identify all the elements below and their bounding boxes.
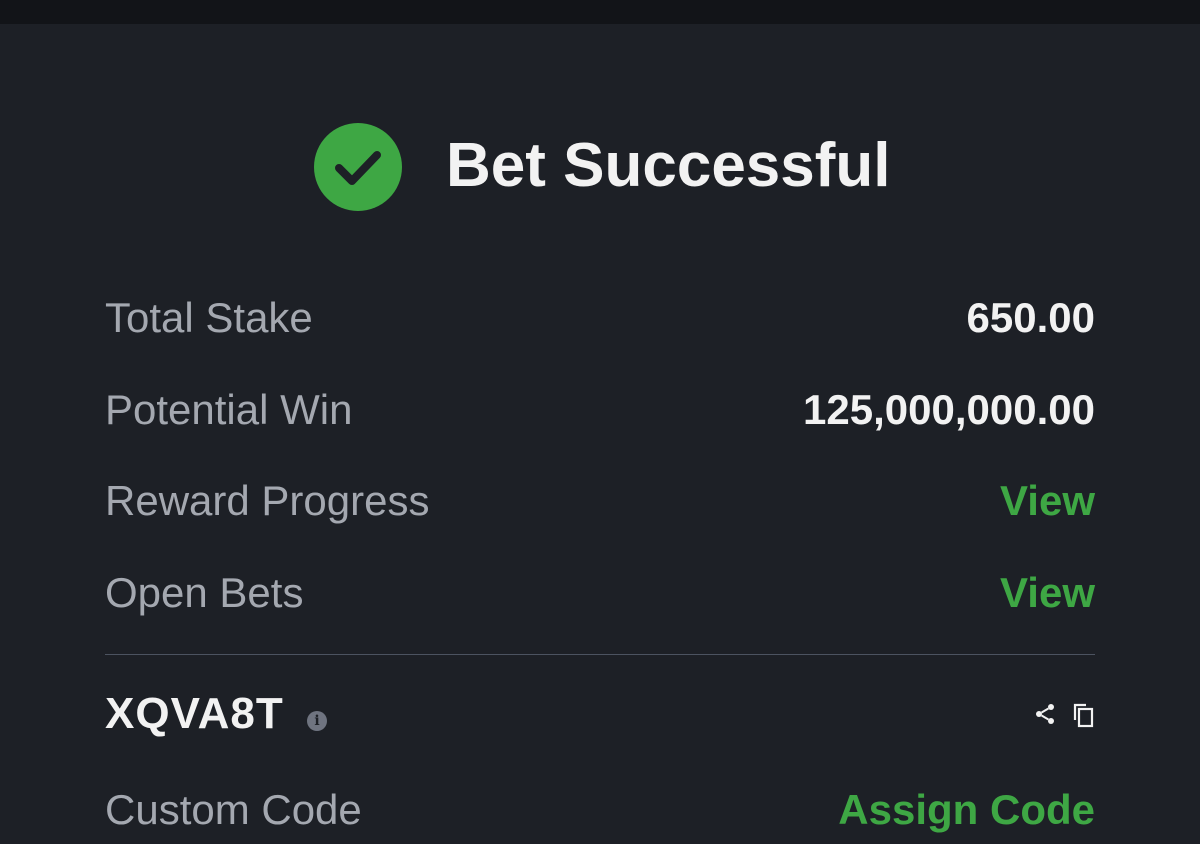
reward-progress-label: Reward Progress [105, 477, 430, 524]
reward-progress-view-link[interactable]: View [1000, 473, 1095, 529]
booking-code: XQVA8T [105, 689, 284, 738]
open-bets-label: Open Bets [105, 569, 304, 616]
success-header: Bet Successful [0, 118, 1200, 214]
potential-win-label: Potential Win [105, 386, 353, 433]
total-stake-row: Total Stake 650.00 [105, 290, 1095, 346]
total-stake-label: Total Stake [105, 294, 313, 341]
open-bets-view-link[interactable]: View [1000, 565, 1095, 621]
custom-code-row: Custom Code Assign Code [105, 782, 1095, 838]
potential-win-row: Potential Win 125,000,000.00 [105, 382, 1095, 438]
assign-code-button[interactable]: Assign Code [838, 782, 1095, 838]
share-icon[interactable] [1033, 702, 1057, 726]
potential-win-value: 125,000,000.00 [803, 386, 1095, 433]
divider [105, 654, 1095, 655]
open-bets-row: Open Bets View [105, 565, 1095, 621]
reward-progress-row: Reward Progress View [105, 473, 1095, 529]
total-stake-value: 650.00 [966, 294, 1095, 341]
custom-code-label: Custom Code [105, 786, 362, 833]
page-title: Bet Successful [446, 131, 891, 200]
check-circle-icon [314, 123, 402, 211]
info-icon[interactable]: i [307, 711, 327, 731]
top-bar [0, 0, 1200, 24]
booking-code-row: XQVA8T i [105, 686, 1095, 742]
copy-icon[interactable] [1071, 702, 1095, 728]
